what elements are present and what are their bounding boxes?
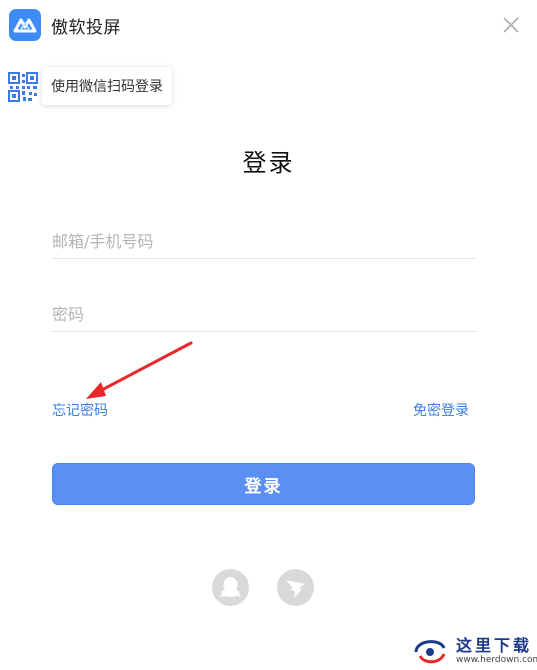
watermark-text: 这里下载 <box>456 636 533 655</box>
email-field-container <box>52 224 476 259</box>
watermark-url: www.herdown.com <box>456 655 537 665</box>
password-field-container <box>52 297 476 332</box>
login-button[interactable]: 登录 <box>52 463 475 505</box>
qr-code-icon[interactable] <box>8 72 38 102</box>
password-free-login-link[interactable]: 免密登录 <box>413 400 469 420</box>
qq-login-button[interactable] <box>212 569 249 606</box>
app-title: 傲软投屏 <box>51 18 121 38</box>
page-title: 登录 <box>242 149 295 177</box>
app-logo-icon <box>9 9 41 41</box>
title-bar: 傲软投屏 <box>0 0 537 52</box>
password-input[interactable] <box>52 297 476 331</box>
wechat-login-tooltip: 使用微信扫码登录 <box>42 67 172 105</box>
qq-icon <box>220 577 241 597</box>
dingtalk-icon <box>286 580 305 598</box>
watermark-logo <box>414 640 446 664</box>
dingtalk-login-button[interactable] <box>277 569 314 606</box>
email-phone-input[interactable] <box>52 224 476 258</box>
close-icon <box>503 17 519 33</box>
watermark: 这里下载 www.herdown.com <box>408 630 537 670</box>
forgot-password-link[interactable]: 忘记密码 <box>52 400 108 420</box>
close-button[interactable] <box>500 14 522 36</box>
